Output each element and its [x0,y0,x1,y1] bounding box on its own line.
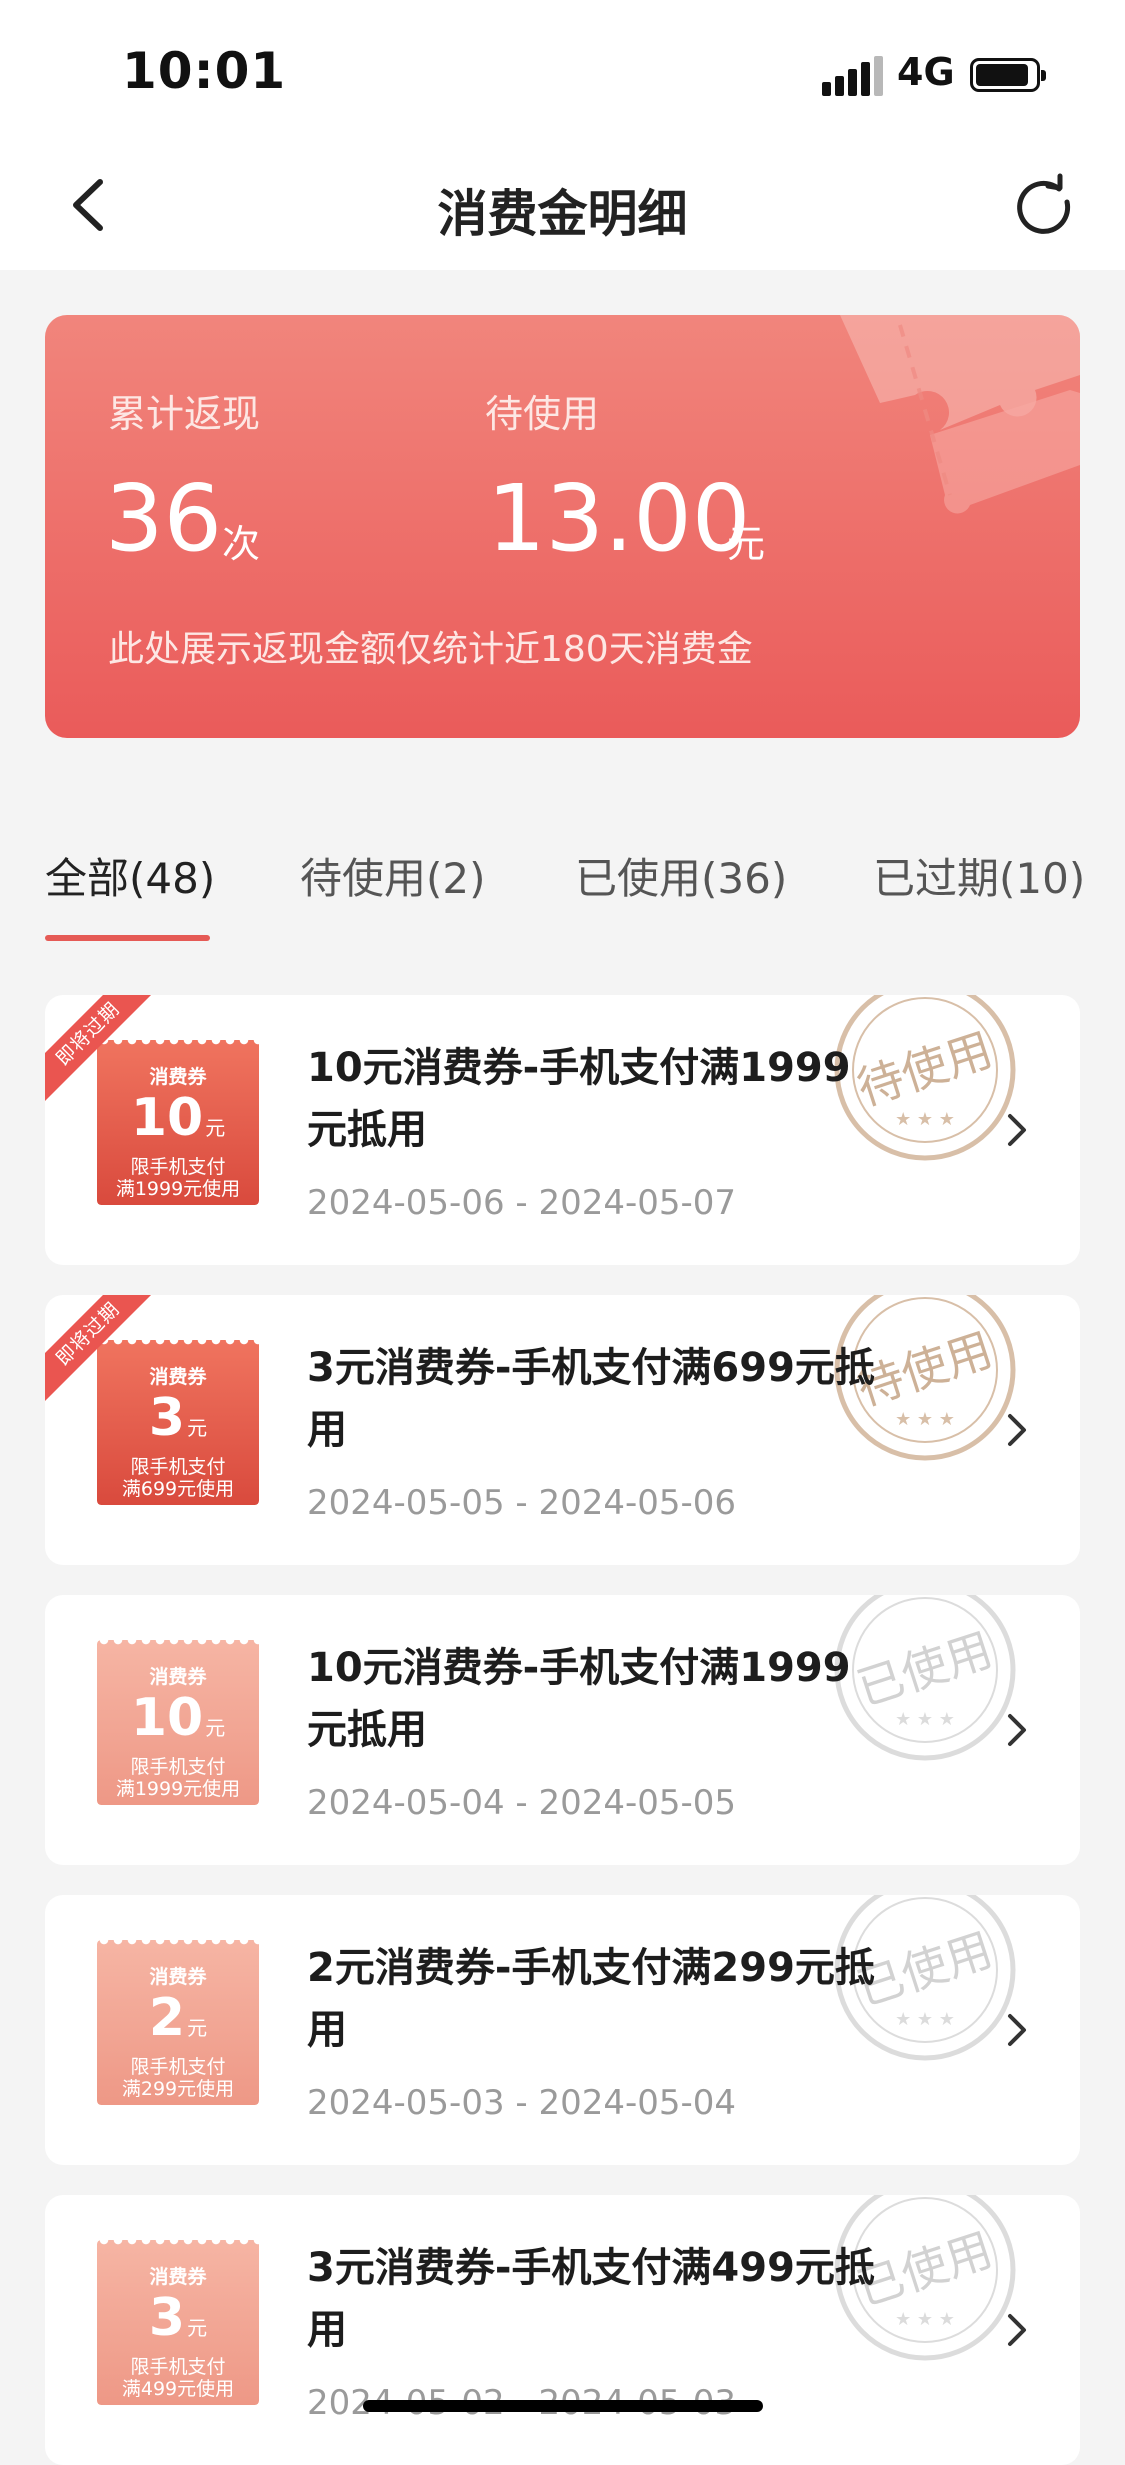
coupon-date: 2024-05-04 - 2024-05-05 [307,1783,737,1823]
coupon-item[interactable]: 消费券 10 元 限手机支付 满1999元使用 已使用 ★ ★ ★ 10元消费券-… [45,1595,1080,1865]
thumb-amount: 3元 [148,1388,208,1448]
svg-text:★ ★ ★: ★ ★ ★ [895,1109,955,1130]
active-tab-indicator [45,935,210,941]
cashback-unit: 次 [222,522,261,566]
tab-pending[interactable]: 待使用(2) [300,845,486,906]
status-time: 10:01 [122,42,287,100]
refresh-icon [1017,173,1071,234]
thumb-condition: 满1999元使用 [115,1178,241,1200]
thumb-label: 消费券 [149,2266,207,2288]
svg-text:★ ★ ★: ★ ★ ★ [895,1409,955,1430]
coupon-thumbnail: 消费券 3元 限手机支付 满699元使用 [97,1340,259,1505]
cashback-value: 36 [105,465,223,572]
refresh-button[interactable] [1010,172,1080,242]
coupon-item[interactable]: 消费券 3元 限手机支付 满699元使用 即将过期 待使用 ★ ★ ★ 3元消费… [45,1295,1080,1565]
coupon-date: 2024-05-06 - 2024-05-07 [307,1183,737,1223]
page-title: 消费金明细 [437,185,688,243]
chevron-right-icon [1008,2314,1026,2346]
coupon-title: 10元消费券-手机支付满1999元抵用 [307,1645,851,1753]
summary-note: 此处展示返现金额仅统计近180天消费金 [108,629,753,670]
coupon-thumbnail: 消费券 10 元 限手机支付 满1999元使用 [97,1040,259,1205]
thumb-amount: 2元 [148,1988,208,2048]
chevron-right-icon [1008,1414,1026,1446]
thumb-label: 消费券 [149,1966,207,1988]
chevron-right-icon [1008,2014,1026,2046]
summary-card: 累计返现 36 次 待使用 13.00 元 此处展示返现金额仅统计近180天消费… [45,315,1080,738]
thumb-condition: 满299元使用 [121,2078,235,2100]
coupon-title: 10元消费券-手机支付满1999元抵用 [307,1045,851,1153]
coupon-title: 3元消费券-手机支付满499元抵用 [307,2245,875,2353]
svg-text:★ ★ ★: ★ ★ ★ [895,1709,955,1730]
thumb-condition: 满1999元使用 [115,1778,241,1800]
nav-bar: 消费金明细 [0,140,1125,270]
status-bar: 10:01 4G [0,0,1125,140]
svg-text:★ ★ ★: ★ ★ ★ [895,2309,955,2330]
coupon-title: 3元消费券-手机支付满699元抵用 [307,1345,875,1453]
pending-label: 待使用 [485,392,600,436]
coupon-item[interactable]: 消费券 2元 限手机支付 满299元使用 已使用 ★ ★ ★ 2元消费券-手机支… [45,1895,1080,2165]
coupon-thumbnail: 消费券 2元 限手机支付 满299元使用 [97,1940,259,2105]
thumb-condition: 满499元使用 [121,2378,235,2400]
svg-text:★ ★ ★: ★ ★ ★ [895,2009,955,2030]
coupon-thumbnail: 消费券 10 元 限手机支付 满1999元使用 [97,1640,259,1805]
pending-value: 13.00 [487,465,751,572]
coupon-thumbnail: 消费券 3元 限手机支付 满499元使用 [97,2240,259,2405]
coupon-title: 2元消费券-手机支付满299元抵用 [307,1945,875,2053]
battery-icon [970,58,1046,92]
chevron-right-icon [1008,1114,1026,1146]
cashback-label: 累计返现 [108,392,261,436]
coupon-item[interactable]: 消费券 10 元 限手机支付 满1999元使用 即将过期 待使用 ★ ★ ★ 10… [45,995,1080,1265]
tab-expired[interactable]: 已过期(10) [873,845,1085,906]
network-label: 4G [897,50,955,94]
thumb-label: 消费券 [149,1066,207,1088]
thumb-condition: 满699元使用 [121,1478,235,1500]
thumb-label: 消费券 [149,1666,207,1688]
pending-unit: 元 [727,522,766,566]
tab-used[interactable]: 已使用(36) [575,845,787,906]
ticket-decoration-icon [840,315,1080,514]
thumb-amount: 10 元 [130,1688,226,1748]
coupon-date: 2024-05-05 - 2024-05-06 [307,1483,737,1523]
coupon-date: 2024-05-03 - 2024-05-04 [307,2083,737,2123]
coupon-item[interactable]: 消费券 3元 限手机支付 满499元使用 已使用 ★ ★ ★ 3元消费券-手机支… [45,2195,1080,2465]
home-indicator[interactable] [363,2400,763,2412]
tab-all[interactable]: 全部(48) [45,845,215,906]
chevron-right-icon [1008,1714,1026,1746]
thumb-amount: 10 元 [130,1088,226,1148]
signal-icon [822,56,883,96]
thumb-label: 消费券 [149,1366,207,1388]
filter-tabs: 全部(48) 待使用(2) 已使用(36) 已过期(10) [0,845,1125,945]
thumb-amount: 3元 [148,2288,208,2348]
